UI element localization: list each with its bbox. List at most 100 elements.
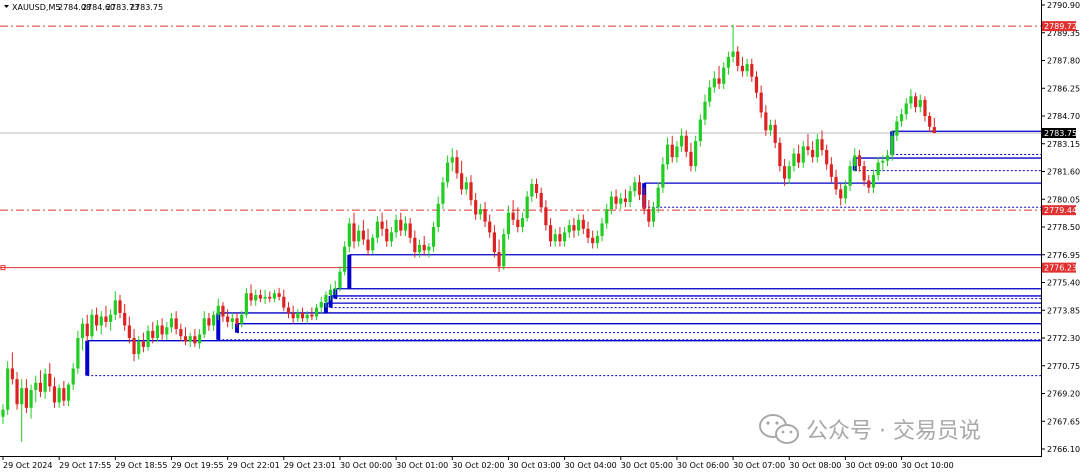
candle-body [450, 157, 454, 163]
candle-body [183, 336, 188, 342]
time-tick-label: 30 Oct 04:00 [565, 461, 617, 470]
candle-body [300, 312, 305, 319]
candle-body [619, 198, 623, 204]
candle-body [254, 295, 258, 301]
time-tick-label: 30 Oct 03:00 [508, 461, 560, 470]
candle-body [932, 127, 936, 134]
candle-body [586, 228, 590, 238]
candle-body [165, 327, 169, 335]
candle-body [324, 295, 328, 303]
candle-body [319, 302, 323, 308]
candle-body [226, 316, 230, 322]
candle-body [85, 323, 89, 337]
candle-body [806, 146, 810, 151]
candle-body [918, 99, 922, 108]
candle-body [399, 219, 403, 231]
candle-body [15, 379, 19, 405]
candle-body [740, 65, 745, 72]
price-tick-label: 2767.65 [1047, 417, 1080, 426]
candle-body [216, 305, 220, 315]
candle-body [703, 101, 707, 120]
candle-body [174, 318, 178, 330]
candle-body [876, 162, 880, 176]
candle-body [113, 300, 117, 315]
candle-body [151, 330, 155, 338]
candle-body [680, 135, 684, 147]
time-tick-label: 29 Oct 23:01 [284, 461, 336, 470]
candle-body [694, 141, 698, 167]
candle-body [272, 293, 277, 299]
candle-body [296, 312, 300, 319]
candle-body [750, 64, 754, 77]
candle-body [413, 237, 417, 253]
candle-body [525, 196, 529, 219]
price-tick-label: 2770.75 [1047, 362, 1080, 371]
time-tick-label: 30 Oct 08:00 [789, 461, 841, 470]
candle-body [385, 228, 389, 242]
candle-body [684, 135, 688, 152]
candle-body [380, 221, 384, 229]
candle-body [516, 219, 520, 227]
candle-body [403, 223, 408, 231]
candle-body [708, 87, 712, 102]
candle-body [881, 160, 885, 163]
candle-body [731, 51, 735, 57]
candle-body [417, 244, 422, 253]
price-tick-label: 2786.25 [1047, 84, 1080, 93]
candle-body [109, 314, 113, 322]
candle-body [834, 176, 838, 190]
candle-body [712, 78, 716, 88]
candle-body [286, 307, 291, 313]
red-level-tag: 2779.44 [1044, 206, 1077, 215]
candle-body [605, 209, 609, 224]
candle-body [244, 293, 248, 315]
candle-body [20, 388, 24, 405]
price-tick-label: 2780.05 [1047, 195, 1080, 204]
candle-body [544, 207, 548, 226]
candle-body [497, 252, 501, 267]
candle-body [436, 203, 440, 227]
candle-body [240, 314, 244, 324]
candle-body [155, 325, 160, 338]
candle-body [329, 289, 333, 296]
candle-body [389, 232, 394, 242]
candle-body [923, 99, 927, 116]
candle-body [483, 209, 487, 222]
candle-body [460, 173, 464, 190]
time-tick-label: 30 Oct 05:00 [621, 461, 673, 470]
price-tick-label: 2781.60 [1047, 168, 1080, 177]
candle-body [469, 182, 473, 201]
candle-body [885, 155, 890, 161]
candle-body [352, 223, 356, 242]
candle-body [291, 312, 295, 319]
candle-body [754, 76, 759, 93]
candle-body [62, 388, 66, 401]
candle-body [506, 212, 511, 235]
candle-body [235, 318, 239, 324]
candle-body [343, 246, 347, 272]
candle-body [628, 191, 632, 202]
candle-body [787, 166, 791, 179]
chart-background [0, 0, 1080, 473]
candle-body [825, 150, 829, 165]
candle-body [811, 150, 815, 158]
candle-body [675, 146, 679, 158]
candle-body [366, 239, 370, 251]
candle-body [857, 155, 862, 167]
candle-body [221, 305, 225, 317]
candle-body [839, 189, 843, 199]
candle-body [230, 318, 234, 322]
candle-body [6, 368, 10, 410]
candle-body [333, 287, 337, 290]
candle-body [427, 246, 431, 251]
candle-body [848, 166, 852, 186]
candle-body [520, 218, 525, 227]
candle-body [146, 330, 150, 347]
candle-body [282, 296, 286, 308]
price-tick-label: 2775.40 [1047, 279, 1080, 288]
price-chart[interactable]: 2790.902789.352787.802786.252784.702783.… [0, 0, 1080, 473]
zone-block [85, 340, 90, 376]
candle-body [722, 67, 726, 84]
candle-body [745, 64, 749, 72]
candle-body [792, 153, 796, 167]
